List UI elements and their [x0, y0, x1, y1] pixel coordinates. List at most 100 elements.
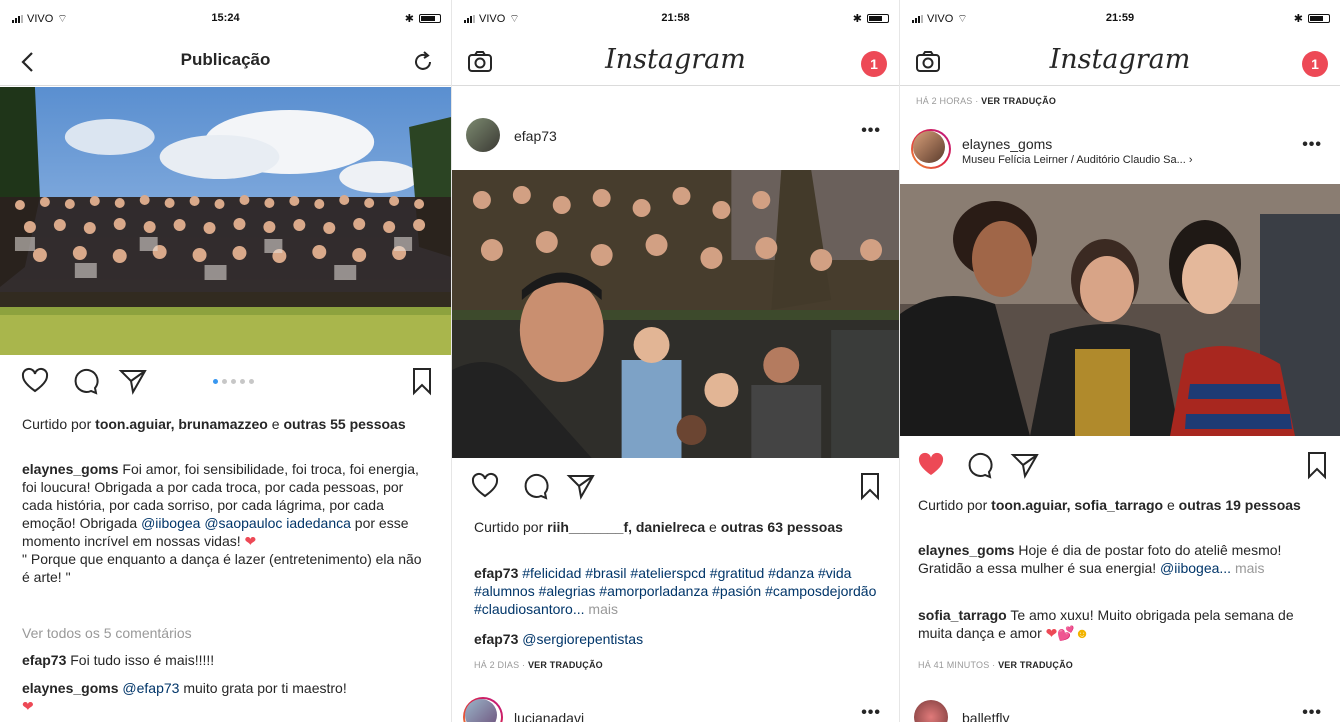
status-bar: VIVO ⌔ 21:59 ✱ [900, 0, 1340, 38]
heart-eyes-emoji: ☻ [1074, 625, 1090, 641]
top-nav: Instagram 1 [900, 38, 1340, 86]
next-post-header: balletfly ••• [900, 690, 1340, 722]
screen-feed-1: VIVO ⌔ 21:58 ✱ Instagram 1 efap73 ••• Cu… [452, 0, 900, 722]
comment-icon[interactable] [964, 450, 994, 480]
likes-summary: Curtido por toon.aguiar, brunamazzeo e o… [22, 416, 406, 432]
comment-username[interactable]: efap73 [22, 652, 66, 668]
see-translation-link[interactable]: VER TRADUÇÃO [528, 660, 603, 670]
post-meta: HÁ 2 DIAS · VER TRADUÇÃO [474, 660, 603, 670]
likes-count-link[interactable]: outras 19 pessoas [1179, 497, 1301, 513]
clock: 21:59 [1105, 12, 1135, 24]
likes-count-link[interactable]: outras 63 pessoas [721, 519, 843, 535]
comment-username[interactable]: sofia_tarrago [918, 607, 1007, 623]
more-options-icon[interactable]: ••• [861, 704, 881, 722]
heart-emoji: ❤ [244, 533, 257, 549]
comment-username[interactable]: efap73 [474, 631, 518, 647]
action-bar [0, 360, 451, 400]
avatar[interactable] [466, 118, 500, 152]
post-photo[interactable] [452, 170, 899, 458]
notification-badge[interactable]: 1 [1302, 51, 1328, 77]
likers-link[interactable]: toon.aguiar, sofia_tarrago [991, 497, 1163, 513]
more-link[interactable]: mais [585, 601, 618, 617]
bluetooth-icon: ✱ [404, 13, 414, 25]
bookmark-icon[interactable] [407, 366, 437, 396]
battery-group: ✱ [1294, 12, 1330, 25]
see-translation-link[interactable]: VER TRADUÇÃO [981, 96, 1056, 106]
battery-group: ✱ [853, 12, 889, 25]
heart-icon[interactable] [20, 366, 50, 396]
post-username[interactable]: lucianadavi [514, 710, 584, 722]
post-timestamp: HÁ 2 HORAS [916, 96, 973, 106]
crowd-selfie-photo [452, 170, 899, 458]
action-bar [452, 465, 899, 505]
likes-count-link[interactable]: outras 55 pessoas [283, 416, 405, 432]
post-username[interactable]: elaynes_goms [962, 136, 1052, 152]
story-avatar[interactable] [463, 697, 503, 722]
two-hearts-emoji: 💕 [1057, 625, 1075, 641]
battery-icon [867, 14, 889, 23]
more-options-icon[interactable]: ••• [1302, 136, 1322, 154]
screen-publication: VIVO ⌔ 15:24 ✱ Publicação Curtido por to… [0, 0, 452, 722]
more-link[interactable]: mais [1231, 560, 1265, 576]
prev-post-meta: HÁ 2 HORAS · VER TRADUÇÃO [916, 96, 1057, 106]
comment-row: efap73 @sergiorepentistas [474, 630, 881, 648]
likes-summary: Curtido por riih_______f, danielreca e o… [474, 519, 843, 535]
caption-username[interactable]: elaynes_goms [22, 461, 119, 477]
caption-username[interactable]: efap73 [474, 565, 518, 581]
more-options-icon[interactable]: ••• [1302, 704, 1322, 722]
heart-filled-icon[interactable] [916, 450, 946, 480]
caption-quote: " Porque que enquanto a dança é lazer (e… [22, 551, 422, 585]
bookmark-icon[interactable] [1302, 450, 1332, 480]
view-all-comments[interactable]: Ver todos os 5 comentários [22, 624, 433, 642]
status-bar: VIVO ⌔ 15:24 ✱ [0, 0, 451, 38]
instagram-logo: Instagram [1049, 44, 1191, 75]
bookmark-icon[interactable] [855, 471, 885, 501]
next-post-header: lucianadavi ••• [452, 690, 899, 722]
mention-link[interactable]: @saopauloc iadedanca [204, 515, 351, 531]
battery-group: ✱ [405, 12, 441, 25]
story-avatar[interactable] [911, 129, 951, 169]
share-icon[interactable] [1010, 450, 1040, 480]
mention-link[interactable]: @iibogea [141, 515, 200, 531]
battery-icon [419, 14, 441, 23]
comment-icon[interactable] [520, 471, 550, 501]
heart-emoji: ❤ [22, 698, 34, 714]
mention-link[interactable]: @sergiorepentistas [522, 631, 643, 647]
comment-icon[interactable] [70, 366, 100, 396]
see-translation-link[interactable]: VER TRADUÇÃO [998, 660, 1073, 670]
carousel-indicator [213, 379, 254, 384]
post-username[interactable]: efap73 [514, 128, 557, 144]
screen-feed-2: VIVO ⌔ 21:59 ✱ Instagram 1 HÁ 2 HORAS · … [900, 0, 1340, 722]
action-bar [900, 444, 1340, 484]
page-title: Publicação [180, 50, 271, 69]
post-photo[interactable] [0, 87, 451, 355]
status-bar: VIVO ⌔ 21:58 ✱ [452, 0, 899, 38]
share-icon[interactable] [118, 366, 148, 396]
notification-badge[interactable]: 1 [861, 51, 887, 77]
post-header: elaynes_goms Museu Felícia Leirner / Aud… [900, 122, 1340, 178]
post-username[interactable]: balletfly [962, 710, 1009, 722]
post-location[interactable]: Museu Felícia Leirner / Auditório Claudi… [962, 154, 1193, 166]
post-timestamp: HÁ 2 DIAS [474, 660, 520, 670]
refresh-icon[interactable] [409, 48, 437, 76]
comment-row: sofia_tarrago Te amo xuxu! Muito obrigad… [918, 607, 1294, 641]
share-icon[interactable] [566, 471, 596, 501]
bluetooth-icon: ✱ [1293, 13, 1303, 25]
likes-summary: Curtido por toon.aguiar, sofia_tarrago e… [918, 497, 1301, 513]
likers-link[interactable]: riih_______f, danielreca [547, 519, 705, 535]
top-nav: Instagram 1 [452, 38, 899, 86]
mention-link[interactable]: @iibogea... [1160, 560, 1231, 576]
likers-link[interactable]: toon.aguiar, brunamazzeo [95, 416, 268, 432]
post-photo[interactable] [900, 184, 1340, 436]
hashtags[interactable]: #felicidad #brasil #atelierspcd #gratitu… [474, 565, 876, 617]
more-options-icon[interactable]: ••• [861, 122, 881, 140]
comment-row: elaynes_goms @efap73 muito grata por ti … [22, 680, 347, 714]
heart-icon[interactable] [470, 471, 500, 501]
instagram-logo: Instagram [605, 44, 746, 75]
comment-username[interactable]: elaynes_goms [22, 680, 119, 696]
caption: elaynes_goms Foi amor, foi sensibilidade… [22, 461, 422, 585]
avatar[interactable] [914, 700, 948, 722]
mention-link[interactable]: @efap73 [122, 680, 179, 696]
caption-username[interactable]: elaynes_goms [918, 542, 1015, 558]
battery-icon [1308, 14, 1330, 23]
